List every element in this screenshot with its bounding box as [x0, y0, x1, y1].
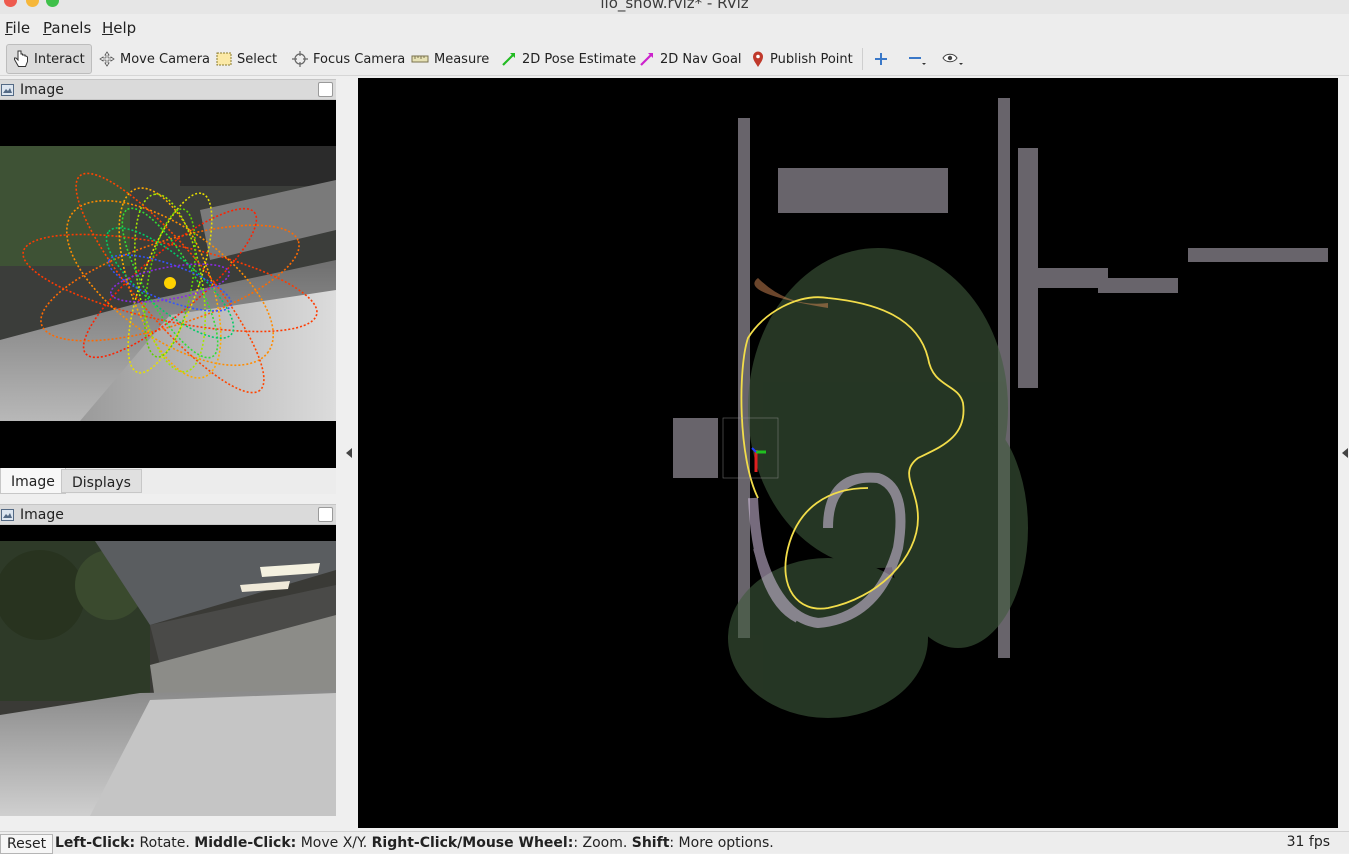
- view-options-button[interactable]: [936, 44, 975, 74]
- menu-panels[interactable]: Panels: [43, 19, 91, 37]
- top-image-panel-title: Image: [20, 81, 64, 98]
- publish-point-tool-button[interactable]: Publish Point: [745, 44, 859, 74]
- ruler-icon: [411, 55, 429, 63]
- status-bar: Reset Left-Click: Rotate. Middle-Click: …: [0, 831, 1349, 854]
- panel-tabs: Image Displays: [0, 468, 336, 494]
- bottom-panel-float-checkbox[interactable]: [318, 507, 333, 522]
- raw-camera-image: [0, 525, 336, 816]
- move-arrows-icon: [99, 51, 115, 67]
- point-cloud-map: [673, 98, 1328, 718]
- mouse-hints: Left-Click: Rotate. Middle-Click: Move X…: [55, 835, 774, 851]
- bottom-image-view: [0, 525, 336, 816]
- move-camera-tool-button[interactable]: Move Camera: [93, 44, 216, 74]
- top-image-panel-header: Image: [0, 79, 336, 100]
- image-panel-icon: [1, 83, 14, 96]
- menu-file[interactable]: File: [5, 19, 30, 37]
- menu-help[interactable]: Help: [102, 19, 136, 37]
- right-dock-strip[interactable]: [1338, 78, 1349, 828]
- select-tool-button[interactable]: Select: [210, 44, 283, 74]
- tool-bar: Interact Move Camera Select Focus Camera…: [0, 40, 1349, 76]
- image-panel-icon: [1, 508, 14, 521]
- nav-goal-tool-button[interactable]: 2D Nav Goal: [633, 44, 748, 74]
- fps-readout: 31 fps: [1286, 834, 1330, 850]
- panel-splitter[interactable]: [336, 78, 358, 828]
- toolbar-separator: [862, 48, 863, 70]
- tab-displays[interactable]: Displays: [61, 469, 142, 493]
- select-box-icon: [216, 52, 232, 66]
- rviz-3d-viewport[interactable]: [358, 78, 1338, 828]
- window-titlebar: lio_show.rviz* - RViz: [0, 0, 1349, 14]
- menu-bar: File Panels Help: [0, 14, 1349, 40]
- remove-tool-button[interactable]: [902, 44, 939, 74]
- expand-right-arrow-icon[interactable]: [1342, 448, 1349, 458]
- top-panel-float-checkbox[interactable]: [318, 82, 333, 97]
- focus-camera-tool-button[interactable]: Focus Camera: [286, 44, 411, 74]
- bottom-image-panel-header: Image: [0, 504, 336, 525]
- add-tool-button[interactable]: [868, 44, 899, 74]
- hand-pointer-icon: [14, 50, 28, 67]
- bottom-image-panel-title: Image: [20, 506, 64, 523]
- crosshair-icon: [292, 51, 308, 67]
- collapse-left-arrow-icon[interactable]: [346, 448, 354, 458]
- map-pin-icon: [753, 51, 763, 67]
- reset-button[interactable]: Reset: [0, 834, 54, 854]
- minus-icon: [909, 57, 926, 65]
- plus-icon: [875, 53, 887, 65]
- pose-estimate-tool-button[interactable]: 2D Pose Estimate: [495, 44, 642, 74]
- green-arrow-icon: [502, 53, 515, 66]
- measure-tool-button[interactable]: Measure: [405, 44, 495, 74]
- tab-image[interactable]: Image: [0, 468, 66, 494]
- window-title: lio_show.rviz* - RViz: [600, 0, 749, 12]
- feature-tracks-camera-image: [0, 146, 336, 421]
- eye-icon: [942, 53, 963, 65]
- interact-tool-button[interactable]: Interact: [6, 44, 92, 74]
- top-image-view: [0, 100, 336, 468]
- magenta-arrow-icon: [640, 53, 653, 66]
